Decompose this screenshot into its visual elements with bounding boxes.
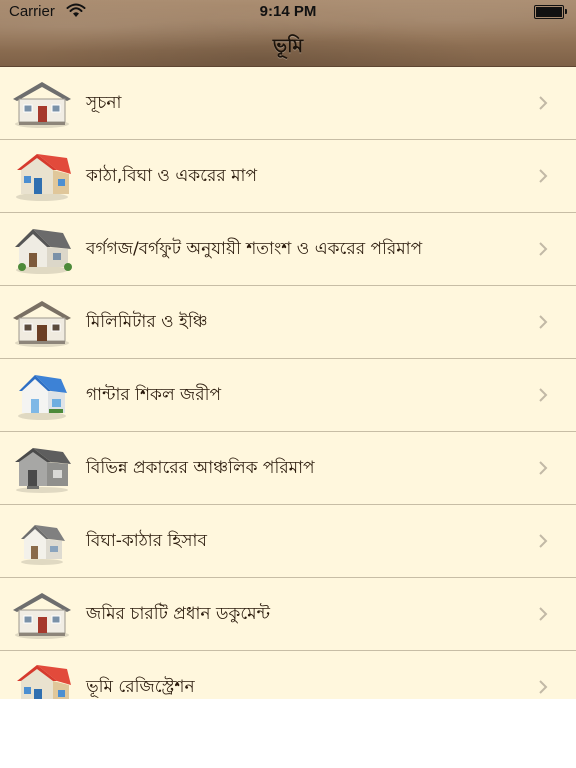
house-icon — [13, 301, 71, 347]
status-bar: Carrier 9:14 PM — [0, 0, 576, 24]
list-item-label: ভূমি রেজিস্ট্রেশন — [86, 676, 195, 697]
chevron-right-icon — [539, 680, 548, 694]
house-icon — [16, 154, 71, 201]
list-item-label: বিঘা-কাঠার হিসাব — [86, 530, 207, 551]
list-item[interactable]: মিলিমিটার ও ইঞ্চি — [0, 286, 576, 359]
house-icon — [21, 525, 65, 565]
house-icon — [15, 229, 72, 274]
chevron-right-icon — [539, 388, 548, 402]
navigation-bar: Carrier 9:14 PM ভূমি — [0, 0, 576, 67]
battery-icon — [534, 5, 567, 19]
chevron-right-icon — [539, 242, 548, 256]
list-item[interactable]: বর্গগজ/বর্গফুট অনুযায়ী শতাংশ ও একরের পর… — [0, 213, 576, 286]
list-item-label: বিভিন্ন প্রকারের আঞ্চলিক পরিমাপ — [86, 457, 315, 478]
chevron-right-icon — [539, 315, 548, 329]
chevron-right-icon — [539, 534, 548, 548]
list-item[interactable]: সূচনা — [0, 67, 576, 140]
chevron-right-icon — [539, 607, 548, 621]
chevron-right-icon — [539, 169, 548, 183]
list-item-label: সূচনা — [86, 92, 122, 113]
list-item[interactable]: বিভিন্ন প্রকারের আঞ্চলিক পরিমাপ — [0, 432, 576, 505]
list-item[interactable]: জমির চারটি প্রধান ডকুমেন্ট — [0, 578, 576, 651]
chevron-right-icon — [539, 461, 548, 475]
list-item[interactable]: ভূমি রেজিস্ট্রেশন — [0, 651, 576, 699]
menu-list: সূচনা কাঠা,বিঘা ও একরের মাপ বর্গগজ/বর্গফ… — [0, 67, 576, 699]
list-item-label: বর্গগজ/বর্গফুট অনুযায়ী শতাংশ ও একরের পর… — [86, 238, 423, 259]
house-icon — [15, 448, 71, 493]
page-title: ভূমি — [272, 35, 304, 57]
list-item-label: জমির চারটি প্রধান ডকুমেন্ট — [86, 603, 271, 624]
list-item[interactable]: গান্টার শিকল জরীপ — [0, 359, 576, 432]
chevron-right-icon — [539, 96, 548, 110]
status-time: 9:14 PM — [259, 3, 317, 20]
house-icon — [13, 82, 71, 128]
list-item-label: মিলিমিটার ও ইঞ্চি — [86, 311, 208, 332]
house-icon — [13, 593, 71, 639]
list-item-label: গান্টার শিকল জরীপ — [86, 384, 221, 405]
house-icon — [18, 375, 67, 420]
house-icon — [17, 665, 71, 699]
bottom-blank-area — [0, 699, 576, 768]
list-item-label: কাঠা,বিঘা ও একরের মাপ — [86, 165, 257, 186]
list-item[interactable]: কাঠা,বিঘা ও একরের মাপ — [0, 140, 576, 213]
list-item[interactable]: বিঘা-কাঠার হিসাব — [0, 505, 576, 578]
